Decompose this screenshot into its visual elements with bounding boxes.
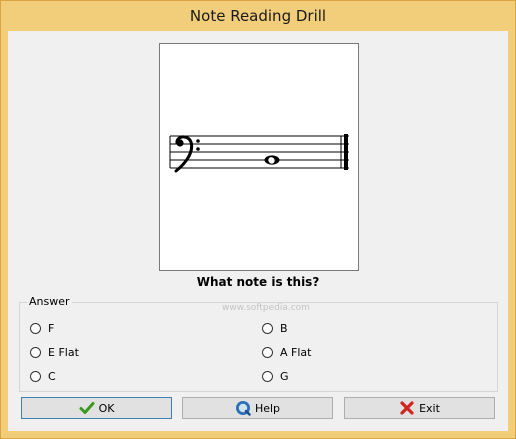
ok-button[interactable]: OK	[21, 397, 172, 419]
option-label: A Flat	[280, 345, 312, 359]
radio-option-g[interactable]: G	[262, 368, 289, 384]
radio-option-b[interactable]: B	[262, 320, 288, 336]
radio-option-e-flat[interactable]: E Flat	[30, 344, 79, 360]
question-label: What note is this?	[196, 275, 320, 289]
radio-option-a-flat[interactable]: A Flat	[262, 344, 311, 360]
help-icon	[235, 401, 251, 416]
option-label: C	[48, 369, 56, 383]
radio-option-c[interactable]: C	[30, 368, 56, 384]
whole-note-icon	[264, 155, 280, 165]
radio-button-icon[interactable]	[262, 346, 273, 358]
window-title: Note Reading Drill	[189, 7, 327, 25]
app-window: Note Reading Drill What note is this? ww…	[0, 0, 516, 439]
red-x-icon	[400, 401, 414, 415]
radio-button-icon[interactable]	[30, 322, 41, 334]
radio-button-icon[interactable]	[30, 346, 41, 358]
title-bar[interactable]: Note Reading Drill	[1, 1, 515, 31]
radio-button-icon[interactable]	[262, 322, 273, 334]
answer-groupbox: Answer F E Flat C B A Flat G	[19, 295, 498, 392]
final-barline-thick	[344, 134, 348, 170]
option-label: B	[280, 321, 288, 335]
staff-svg	[169, 134, 349, 173]
help-button-label: Help	[254, 401, 281, 415]
bass-clef-icon	[174, 135, 200, 173]
dialog-body: What note is this? www.softpedia.com Ans…	[8, 31, 508, 431]
radio-button-icon[interactable]	[262, 370, 273, 382]
checkmark-icon	[79, 402, 95, 414]
exit-button[interactable]: Exit	[344, 397, 495, 419]
option-label: E Flat	[48, 345, 79, 359]
exit-button-label: Exit	[419, 401, 440, 415]
ok-button-label: OK	[98, 401, 115, 415]
staff-display	[159, 43, 359, 271]
option-label: F	[48, 321, 55, 335]
answer-group-label: Answer	[27, 295, 72, 308]
radio-option-f[interactable]: F	[30, 320, 54, 336]
help-button[interactable]: Help	[182, 397, 333, 419]
radio-button-icon[interactable]	[30, 370, 41, 382]
option-label: G	[280, 369, 289, 383]
